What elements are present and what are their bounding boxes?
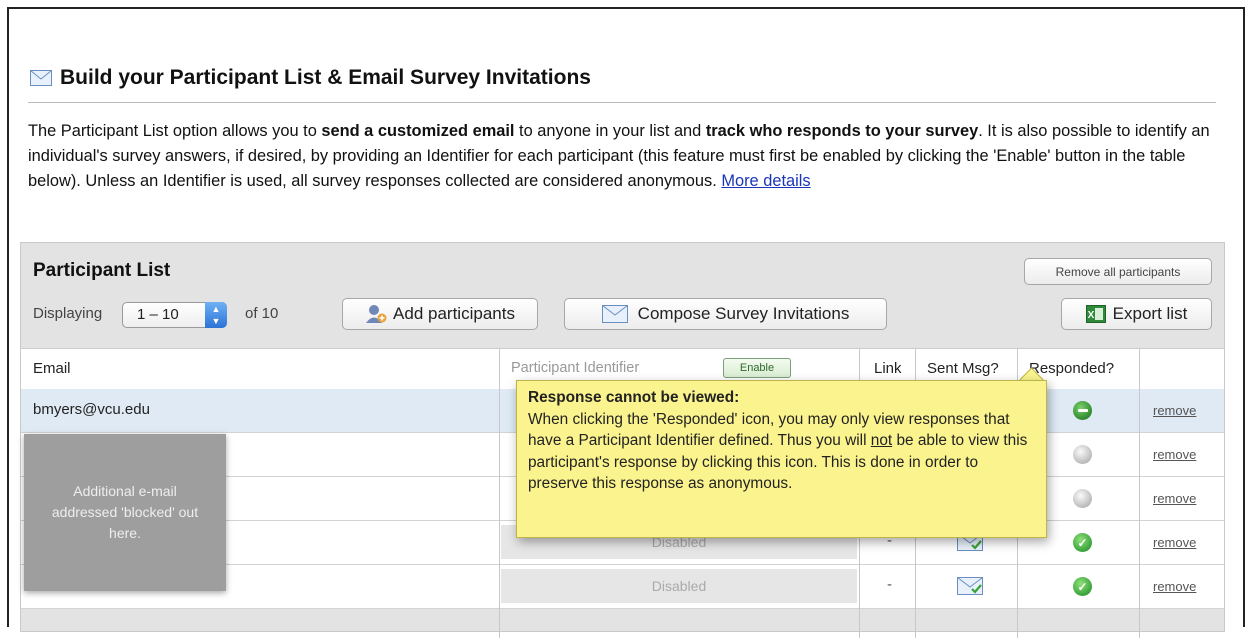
compose-invitations-label: Compose Survey Invitations — [637, 304, 850, 323]
intro-bold: send a customized email — [321, 122, 515, 140]
excel-icon: X — [1085, 305, 1106, 323]
intro-bold: track who responds to your survey — [705, 122, 979, 140]
tooltip-body: When clicking the 'Responded' icon, you … — [528, 409, 1035, 495]
divider — [28, 102, 1216, 103]
column-header-identifier: Participant Identifier — [511, 360, 640, 376]
intro-paragraph: The Participant List option allows you t… — [28, 119, 1223, 194]
add-person-icon — [366, 305, 387, 323]
displaying-label: Displaying — [33, 305, 103, 322]
remove-link[interactable]: remove — [1153, 535, 1196, 550]
add-participants-label: Add participants — [393, 304, 515, 323]
intro-text: The Participant List option allows you t… — [28, 122, 322, 140]
not-responded-icon[interactable] — [1073, 489, 1092, 508]
column-header-email: Email — [33, 360, 71, 377]
panel-title: Participant List — [33, 260, 171, 281]
redaction-note: Additional e-mail addressed 'blocked' ou… — [51, 483, 199, 541]
add-participants-button[interactable]: Add participants — [342, 298, 538, 330]
export-list-label: Export list — [1112, 304, 1188, 323]
section-heading: Build your Participant List & Email Surv… — [30, 66, 591, 90]
total-count-label: of 10 — [245, 305, 279, 322]
column-divider — [1139, 348, 1140, 638]
envelope-icon — [601, 305, 628, 323]
envelope-icon — [30, 70, 52, 86]
remove-link[interactable]: remove — [1153, 491, 1196, 506]
remove-link[interactable]: remove — [1153, 579, 1196, 594]
page-range-value: 1 – 10 — [137, 306, 179, 323]
responded-check-icon[interactable]: ✓ — [1073, 577, 1092, 596]
column-header-link: Link — [874, 360, 902, 377]
page-range-select[interactable]: 1 – 10 ▲ ▼ — [122, 302, 227, 328]
intro-text: to anyone in your list and — [514, 122, 706, 140]
responded-icon[interactable] — [1073, 401, 1092, 420]
responded-check-icon[interactable]: ✓ — [1073, 533, 1092, 552]
tooltip-title: Response cannot be viewed: — [528, 389, 740, 406]
column-header-sent-msg: Sent Msg? — [927, 360, 999, 377]
remove-all-participants-button[interactable]: Remove all participants — [1024, 258, 1212, 285]
sent-message-icon — [957, 577, 983, 595]
export-list-button[interactable]: X Export list — [1061, 298, 1212, 330]
column-header-responded: Responded? — [1029, 360, 1115, 377]
remove-link[interactable]: remove — [1153, 447, 1196, 462]
tooltip-emphasis: not — [870, 432, 893, 449]
more-details-link[interactable]: More details — [721, 172, 810, 190]
svg-text:X: X — [1087, 310, 1094, 321]
compose-invitations-button[interactable]: Compose Survey Invitations — [564, 298, 887, 330]
identifier-disabled-cell: Disabled — [501, 569, 857, 603]
not-responded-icon[interactable] — [1073, 445, 1092, 464]
email-cell: bmyers@vcu.edu — [33, 401, 150, 418]
page-title: Build your Participant List & Email Surv… — [60, 66, 591, 89]
redaction-overlay: Additional e-mail addressed 'blocked' ou… — [24, 434, 226, 591]
stepper-arrows-icon: ▲ ▼ — [205, 302, 227, 328]
link-cell: - — [887, 576, 892, 593]
remove-link[interactable]: remove — [1153, 403, 1196, 418]
column-divider — [499, 348, 500, 638]
enable-identifier-button[interactable]: Enable — [723, 358, 791, 378]
response-tooltip: Response cannot be viewed: When clicking… — [516, 380, 1047, 538]
